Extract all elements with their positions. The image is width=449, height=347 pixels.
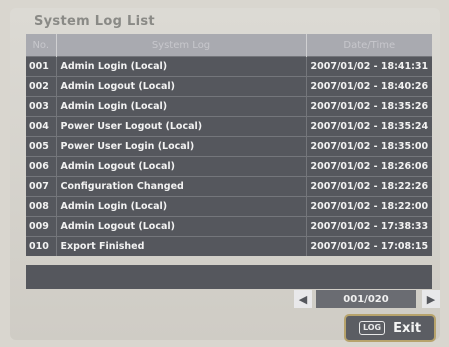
table-row[interactable]: 001 Admin Login (Local) 2007/01/02 - 18:… xyxy=(26,56,432,77)
row-log-entry: Power User Login (Local) xyxy=(56,136,307,157)
row-number: 003 xyxy=(26,96,57,117)
page-indicator: 001/020 xyxy=(316,290,416,308)
row-date-time: 2007/01/02 - 18:35:26 xyxy=(306,96,432,117)
table-row[interactable]: 003 Admin Login (Local) 2007/01/02 - 18:… xyxy=(26,96,432,117)
table-row[interactable]: 005 Power User Login (Local) 2007/01/02 … xyxy=(26,136,432,157)
row-date-time: 2007/01/02 - 18:41:31 xyxy=(306,56,432,77)
table-row[interactable]: 002 Admin Logout (Local) 2007/01/02 - 18… xyxy=(26,76,432,97)
column-header-system-log: System Log xyxy=(56,34,307,57)
row-date-time: 2007/01/02 - 18:22:26 xyxy=(306,176,432,197)
row-date-time: 2007/01/02 - 18:22:00 xyxy=(306,196,432,217)
row-number: 001 xyxy=(26,56,57,77)
table-row[interactable]: 010 Export Finished 2007/01/02 - 17:08:1… xyxy=(26,236,432,256)
row-log-entry: Admin Login (Local) xyxy=(56,96,307,117)
row-date-time: 2007/01/02 - 17:08:15 xyxy=(306,236,432,256)
page-title: System Log List xyxy=(34,14,155,29)
row-number: 008 xyxy=(26,196,57,217)
exit-button[interactable]: LOG Exit xyxy=(344,314,436,342)
log-key-badge: LOG xyxy=(358,321,386,335)
table-row[interactable]: 004 Power User Logout (Local) 2007/01/02… xyxy=(26,116,432,137)
right-arrow-icon[interactable]: ▶ xyxy=(422,290,440,308)
row-date-time: 2007/01/02 - 18:35:24 xyxy=(306,116,432,137)
column-header-date-time: Date/Time xyxy=(306,34,432,57)
system-log-table: No. System Log Date/Time 001 Admin Login… xyxy=(26,34,432,256)
table-row[interactable]: 006 Admin Logout (Local) 2007/01/02 - 18… xyxy=(26,156,432,177)
row-number: 004 xyxy=(26,116,57,137)
row-number: 009 xyxy=(26,216,57,237)
row-number: 006 xyxy=(26,156,57,177)
table-header-row: No. System Log Date/Time xyxy=(26,34,432,57)
row-number: 007 xyxy=(26,176,57,197)
table-row[interactable]: 009 Admin Logout (Local) 2007/01/02 - 17… xyxy=(26,216,432,237)
row-log-entry: Configuration Changed xyxy=(56,176,307,197)
page-navigator: ◀ 001/020 ▶ xyxy=(294,289,440,309)
table-row[interactable]: 007 Configuration Changed 2007/01/02 - 1… xyxy=(26,176,432,197)
table-empty-area xyxy=(26,265,432,289)
row-date-time: 2007/01/02 - 17:38:33 xyxy=(306,216,432,237)
row-log-entry: Power User Logout (Local) xyxy=(56,116,307,137)
row-date-time: 2007/01/02 - 18:35:00 xyxy=(306,136,432,157)
row-date-time: 2007/01/02 - 18:26:06 xyxy=(306,156,432,177)
row-log-entry: Admin Login (Local) xyxy=(56,56,307,77)
row-log-entry: Admin Login (Local) xyxy=(56,196,307,217)
row-log-entry: Admin Logout (Local) xyxy=(56,156,307,177)
table-row[interactable]: 008 Admin Login (Local) 2007/01/02 - 18:… xyxy=(26,196,432,217)
row-number: 005 xyxy=(26,136,57,157)
row-number: 010 xyxy=(26,236,57,256)
left-arrow-icon[interactable]: ◀ xyxy=(294,290,312,308)
row-number: 002 xyxy=(26,76,57,97)
row-log-entry: Export Finished xyxy=(56,236,307,256)
row-log-entry: Admin Logout (Local) xyxy=(56,76,307,97)
row-date-time: 2007/01/02 - 18:40:26 xyxy=(306,76,432,97)
column-header-no: No. xyxy=(26,34,57,57)
row-log-entry: Admin Logout (Local) xyxy=(56,216,307,237)
exit-label: Exit xyxy=(393,320,422,336)
